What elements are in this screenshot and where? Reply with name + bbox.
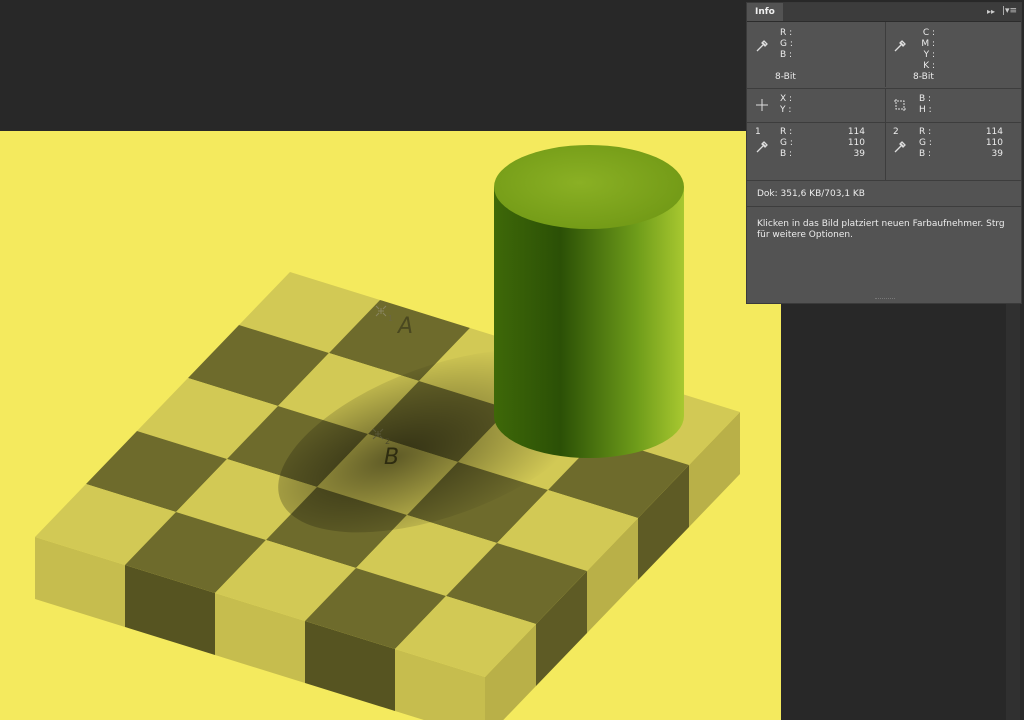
color-sampler-2-icon <box>894 141 906 153</box>
cmyk-label-c: C : <box>922 28 935 38</box>
sampler-2-value-b: 39 <box>991 149 1003 159</box>
sampler-1-label-r: R : <box>780 127 793 137</box>
rgb-label-b: B : <box>780 50 793 60</box>
sampler-1-label-b: B : <box>780 149 793 159</box>
sampler-1-value-r: 114 <box>847 127 865 137</box>
sampler-2-value-g: 110 <box>985 138 1003 148</box>
sampler-1-value-b: 39 <box>853 149 865 159</box>
color-sampler-marker-1-label: 1 <box>388 314 393 323</box>
cursor-x-label: X : <box>780 94 793 104</box>
workspace-scrollbar[interactable] <box>1006 300 1020 720</box>
sampler-2-index: 2 <box>893 127 899 137</box>
document-size: Dok: 351,6 KB/703,1 KB <box>757 189 865 199</box>
cmyk-label-m: M : <box>921 39 935 49</box>
collapse-panel-icon[interactable]: ▸▸ <box>987 7 995 16</box>
sampler-2-label-g: G : <box>919 138 932 148</box>
bit-depth-left: 8-Bit <box>775 72 796 82</box>
hint-text-line-2: für weitere Optionen. <box>757 230 853 240</box>
checker-shadow-illusion-image: A B 1 2 <box>35 145 740 720</box>
eyedropper-cmyk-icon <box>894 40 906 52</box>
cursor-y-label: Y : <box>780 105 792 115</box>
selection-height-label: H : <box>919 105 932 115</box>
panel-tab-bar: Info ▸▸ |▾≡ <box>747 3 1021 22</box>
color-sampler-1-icon <box>756 141 768 153</box>
hint-text-line-1: Klicken in das Bild platziert neuen Farb… <box>757 219 1005 229</box>
panel-menu-icon[interactable]: |▾≡ <box>1002 6 1017 16</box>
cmyk-label-k: K : <box>923 61 935 71</box>
green-cylinder <box>494 145 684 458</box>
rgb-label-r: R : <box>780 28 793 38</box>
sampler-1-value-g: 110 <box>847 138 865 148</box>
panel-resize-grip[interactable] <box>875 298 895 301</box>
document-canvas[interactable]: A B 1 2 <box>0 131 781 720</box>
square-label-b: B <box>384 445 399 470</box>
cmyk-label-y: Y : <box>923 50 935 60</box>
rgb-label-g: G : <box>780 39 793 49</box>
sampler-2-label-b: B : <box>919 149 932 159</box>
bit-depth-right: 8-Bit <box>913 72 934 82</box>
selection-size-icon <box>894 99 906 111</box>
eyedropper-icon <box>756 40 768 52</box>
sampler-2-label-r: R : <box>919 127 932 137</box>
crosshair-icon <box>756 99 768 111</box>
info-panel: Info ▸▸ |▾≡ R : G : B : 8-Bit C : M : Y … <box>746 2 1022 304</box>
color-sampler-marker-2-label: 2 <box>385 437 390 446</box>
sampler-1-index: 1 <box>755 127 761 137</box>
square-label-a: A <box>396 314 413 339</box>
sampler-1-label-g: G : <box>780 138 793 148</box>
selection-width-label: B : <box>919 94 932 104</box>
sampler-2-value-r: 114 <box>985 127 1003 137</box>
tab-info[interactable]: Info <box>747 3 783 21</box>
